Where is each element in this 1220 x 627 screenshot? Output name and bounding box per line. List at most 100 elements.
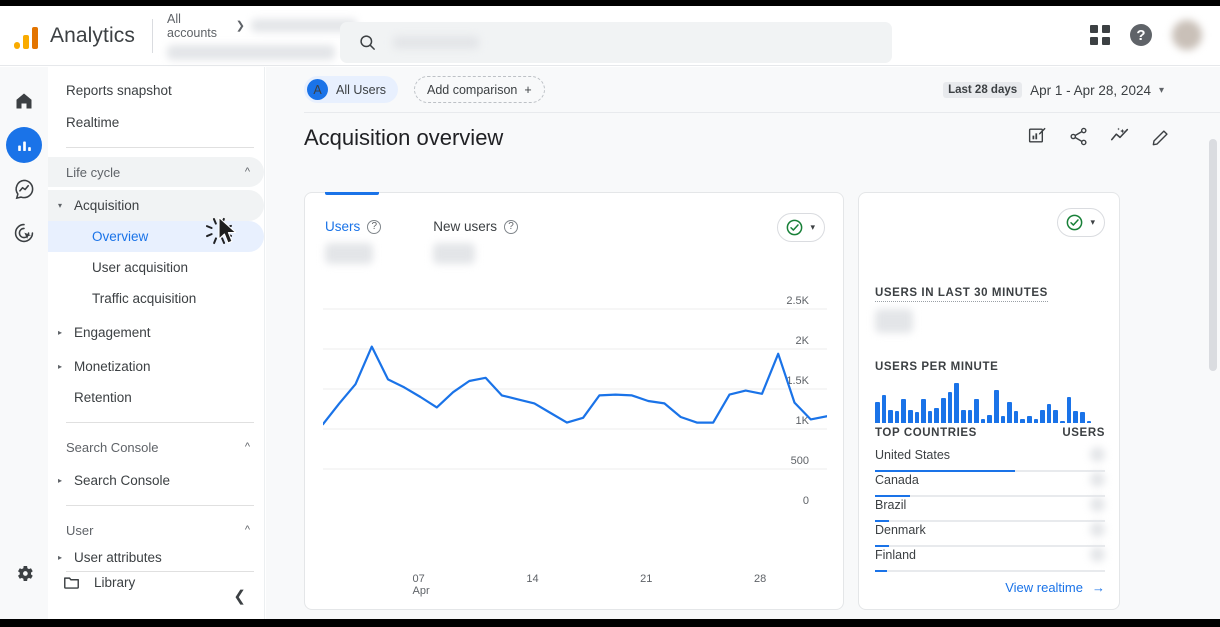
chevron-down-icon: ▾ — [810, 222, 815, 232]
rail-item-admin[interactable] — [6, 555, 42, 591]
rail-item-explore[interactable] — [6, 171, 42, 207]
sidebar-group-user-attributes[interactable]: ▸ User attributes — [48, 548, 264, 566]
brand-block[interactable]: Analytics — [0, 23, 148, 49]
triangle-right-icon: ▸ — [58, 476, 63, 485]
bar — [941, 398, 946, 423]
divider — [152, 18, 153, 53]
bar — [1046, 404, 1052, 423]
rail-item-reports[interactable] — [6, 127, 42, 163]
bar — [1086, 420, 1092, 423]
bar — [894, 411, 900, 423]
search-icon — [360, 35, 375, 50]
rail-item-advertising[interactable] — [6, 215, 42, 251]
x-axis-tick-sub: Apr — [412, 585, 430, 597]
new-users-value-redacted — [433, 243, 476, 264]
sidebar-group-engagement[interactable]: ▸ Engagement — [48, 317, 264, 348]
bar — [1013, 411, 1019, 423]
sidebar-item-user-acquisition[interactable]: User acquisition — [48, 252, 264, 283]
bar — [967, 410, 973, 423]
bar — [1079, 412, 1085, 423]
bar — [1000, 415, 1006, 423]
sidebar-item-overview[interactable]: Overview — [48, 221, 264, 252]
sidebar-group-label: User attributes — [74, 549, 162, 565]
sidebar-item-realtime[interactable]: Realtime — [48, 107, 264, 138]
bar — [1073, 411, 1078, 423]
view-realtime-link[interactable]: View realtime → — [1005, 580, 1105, 595]
help-icon[interactable]: ? — [367, 219, 382, 234]
bar — [974, 399, 979, 423]
add-comparison-label: Add comparison — [427, 82, 518, 97]
avatar[interactable] — [1172, 20, 1202, 50]
sidebar-item-label: Library — [94, 574, 136, 590]
sidebar-section-user[interactable]: User ^ — [48, 515, 264, 545]
top-countries-header: TOP COUNTRIES — [875, 427, 977, 439]
sidebar-collapse-button[interactable]: ❮ — [233, 587, 246, 605]
sidebar-item-traffic-acquisition[interactable]: Traffic acquisition — [48, 283, 264, 314]
country-row[interactable]: Canada — [875, 472, 1105, 497]
sidebar-item-reports-snapshot[interactable]: Reports snapshot — [48, 75, 264, 106]
users-card-status-button[interactable]: ▾ — [777, 213, 825, 242]
add-comparison-button[interactable]: Add comparison + — [414, 76, 545, 103]
sidebar-group-label: Search Console — [74, 473, 171, 488]
share-icon[interactable] — [1068, 126, 1089, 152]
apps-grid-icon[interactable] — [1090, 25, 1110, 45]
bar — [875, 401, 880, 423]
insights-icon[interactable] — [1109, 125, 1131, 152]
country-users-redacted — [1090, 472, 1105, 487]
rail-item-home[interactable] — [6, 83, 42, 119]
sidebar-item-retention[interactable]: Retention — [48, 382, 264, 413]
country-users-redacted — [1090, 522, 1105, 537]
bar — [1060, 421, 1065, 423]
sidebar-group-acquisition[interactable]: ▾ Acquisition — [48, 190, 264, 221]
country-row[interactable]: Finland — [875, 547, 1105, 572]
customize-report-icon[interactable] — [1027, 126, 1048, 152]
sidebar-section-life-cycle[interactable]: Life cycle ^ — [48, 157, 264, 187]
bar — [934, 407, 940, 423]
country-row[interactable]: Brazil — [875, 497, 1105, 522]
x-axis-tick: 28 — [753, 573, 767, 585]
tab-users[interactable]: Users ? — [325, 219, 382, 264]
chevron-right-icon: ❯ — [235, 20, 246, 32]
x-axis-tick: 14 — [526, 573, 539, 585]
page-title: Acquisition overview — [304, 125, 504, 150]
triangle-right-icon: ▸ — [58, 552, 63, 562]
sidebar-section-search-console[interactable]: Search Console ^ — [48, 432, 264, 462]
edit-icon[interactable] — [1151, 126, 1172, 152]
users-chart-card: Users ? New users ? ▾ 0 500 1K 1.5K 2K 2… — [304, 192, 844, 610]
country-row[interactable]: United States — [875, 447, 1105, 472]
audience-chip-all-users[interactable]: A All Users — [304, 76, 399, 103]
search-input[interactable] — [340, 22, 892, 63]
audience-avatar: A — [307, 79, 328, 100]
sidebar-section-label: User — [66, 522, 94, 538]
realtime-status-button[interactable]: ▾ — [1057, 208, 1105, 237]
sidebar-item-label: Traffic acquisition — [92, 291, 197, 306]
property-name-redacted — [167, 44, 335, 60]
divider — [66, 571, 254, 572]
help-icon[interactable]: ? — [1130, 24, 1152, 46]
help-icon[interactable]: ? — [504, 219, 519, 234]
search-placeholder-redacted — [393, 36, 479, 49]
sidebar-item-label: Overview — [92, 229, 149, 244]
sidebar-group-search-console[interactable]: ▸ Search Console — [48, 465, 264, 496]
divider — [66, 505, 254, 506]
date-range-badge: Last 28 days — [943, 82, 1023, 98]
sidebar-section-label: Life cycle — [66, 164, 121, 180]
sidebar-item-label: Reports snapshot — [66, 83, 172, 98]
vertical-scrollbar[interactable] — [1209, 139, 1217, 371]
tab-new-users[interactable]: New users ? — [433, 219, 519, 264]
divider — [66, 422, 254, 423]
sidebar-group-monetization[interactable]: ▸ Monetization — [48, 351, 264, 382]
users-header: USERS — [1062, 427, 1105, 439]
users-value-redacted — [325, 243, 373, 264]
bar — [954, 383, 959, 423]
country-row[interactable]: Denmark — [875, 522, 1105, 547]
account-selector[interactable]: All accounts ❯ — [167, 12, 357, 60]
plus-icon: + — [524, 82, 532, 97]
country-bar-fill — [875, 570, 887, 572]
bar — [914, 412, 920, 423]
date-range-picker[interactable]: Last 28 days Apr 1 - Apr 28, 2024 ▾ — [943, 82, 1164, 98]
realtime-card: USERS IN LAST 30 MINUTES ▾ USERS PER MIN… — [858, 192, 1120, 610]
metric-tabs: Users ? New users ? — [325, 219, 519, 264]
divider — [66, 147, 254, 148]
sidebar-section-label: Search Console — [66, 439, 159, 455]
